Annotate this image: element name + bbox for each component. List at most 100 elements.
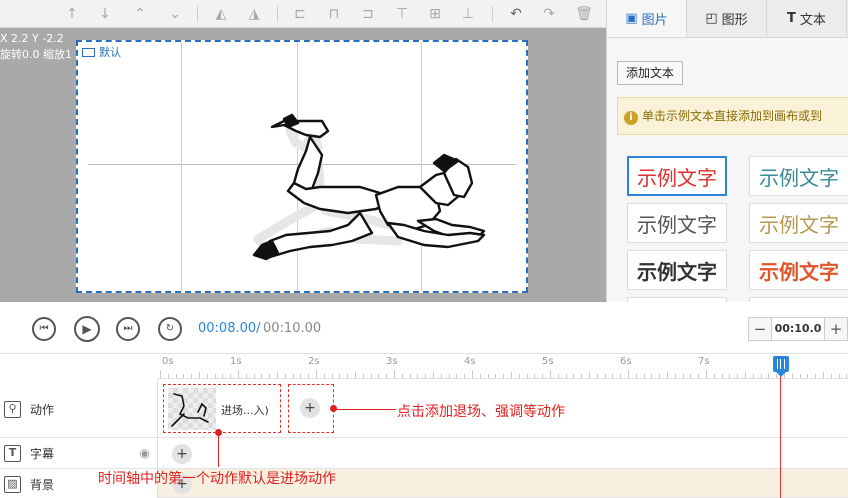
zoom-in-button[interactable]: + <box>825 318 847 340</box>
move-top-icon[interactable]: ⌃ <box>130 4 150 24</box>
ruler-tick <box>565 374 567 378</box>
tick-label: 0s <box>162 356 174 367</box>
replay-icon[interactable]: ↻ <box>158 317 182 341</box>
add-action-button[interactable]: + <box>300 398 320 418</box>
ruler-tick <box>206 374 208 378</box>
ruler-tick <box>745 372 746 378</box>
subtitle-track[interactable] <box>158 438 848 469</box>
ruler-tick <box>167 374 169 378</box>
tab-text[interactable]: T 文本 <box>767 0 847 37</box>
stage[interactable]: 默认 <box>76 40 528 293</box>
ruler-tick <box>245 374 247 378</box>
action-clip[interactable]: 进场...入) <box>163 384 281 433</box>
ruler-tick <box>635 374 637 378</box>
ruler-tick <box>667 372 668 378</box>
ruler-tick <box>472 370 473 378</box>
ruler-tick <box>651 374 653 378</box>
track-label-action[interactable]: ⚲ 动作 <box>0 394 158 424</box>
ruler-tick <box>238 370 239 378</box>
track-label-subtitle[interactable]: T 字幕 ◉ <box>0 438 158 468</box>
ruler-tick <box>362 374 364 378</box>
info-icon: i <box>624 111 638 125</box>
tab-shape-label: 图形 <box>721 13 748 28</box>
play-icon[interactable]: ▶ <box>74 316 100 342</box>
text-sample[interactable]: 示例文字 <box>749 250 848 290</box>
ruler-tick <box>596 374 598 378</box>
move-up-icon[interactable]: ↑ <box>62 4 82 24</box>
ruler-tick <box>838 374 840 378</box>
tick-label: 2s <box>308 356 320 367</box>
playhead-handle[interactable] <box>773 356 789 377</box>
ruler-tick <box>846 374 848 378</box>
text-sample[interactable]: 示例文字 <box>749 156 848 196</box>
action-icon: ⚲ <box>4 400 21 418</box>
ruler-tick <box>261 374 263 378</box>
undo-icon[interactable]: ↶ <box>506 4 526 24</box>
ruler-tick <box>269 374 271 378</box>
delete-icon[interactable]: 🗑 <box>574 4 594 24</box>
zoom-value[interactable]: 00:10.0 <box>771 318 825 340</box>
ruler-tick <box>526 374 528 378</box>
tip-banner: i 单击示例文本直接添加到画布或到 <box>617 97 848 135</box>
ruler-tick <box>713 374 715 378</box>
ruler-tick <box>370 374 372 378</box>
ruler-tick <box>160 370 161 378</box>
ruler-tick <box>807 374 809 378</box>
ruler-tick <box>620 374 622 378</box>
align-center-icon[interactable]: ⊓ <box>324 4 344 24</box>
add-subtitle-button[interactable]: + <box>172 444 192 464</box>
ruler-tick <box>214 374 216 378</box>
text-sample[interactable]: 示例文字 <box>627 250 727 290</box>
text-icon: T <box>787 11 796 26</box>
frame-icon <box>82 48 95 57</box>
align-top-icon[interactable]: ⊤ <box>392 4 412 24</box>
ruler-tick <box>589 372 590 378</box>
ruler-tick <box>386 374 388 378</box>
canvas-area[interactable]: X 2.2 Y -2.2 旋转0.0 缩放1 默认 <box>0 28 606 302</box>
tab-shape[interactable]: ◰ 图形 <box>687 0 767 37</box>
ruler-tick <box>277 372 278 378</box>
text-sample[interactable]: 示例文字 <box>627 156 727 196</box>
align-middle-icon[interactable]: ⊞ <box>425 4 445 24</box>
tick-label: 6s <box>620 356 632 367</box>
current-time: 00:08.00/ <box>198 321 261 336</box>
tick-label: 3s <box>386 356 398 367</box>
align-left-icon[interactable]: ⊏ <box>290 4 310 24</box>
move-bottom-icon[interactable]: ⌄ <box>165 4 185 24</box>
move-down-icon[interactable]: ↓ <box>95 4 115 24</box>
ruler-tick <box>511 372 512 378</box>
ruler-tick <box>542 374 544 378</box>
character-figure[interactable] <box>248 91 508 261</box>
zoom-out-button[interactable]: − <box>749 318 771 340</box>
ruler-tick <box>323 374 325 378</box>
ruler-tick <box>409 374 411 378</box>
ruler-tick <box>495 374 497 378</box>
ruler-tick <box>760 374 762 378</box>
align-bottom-icon[interactable]: ⊥ <box>458 4 478 24</box>
timeline-ruler[interactable]: 0s 1s 2s 3s 4s 5s 6s 7s <box>158 355 848 379</box>
align-right-icon[interactable]: ⊐ <box>358 4 378 24</box>
text-sample[interactable]: 示例文字 <box>749 203 848 243</box>
flip-horizontal-icon[interactable]: ◭ <box>211 4 231 24</box>
ruler-tick <box>191 374 193 378</box>
ruler-tick <box>292 374 294 378</box>
eye-icon[interactable]: ◉ <box>140 446 150 460</box>
add-text-button[interactable]: 添加文本 <box>617 61 684 85</box>
text-sample[interactable]: 示例文字 <box>627 203 727 243</box>
redo-icon[interactable]: ↷ <box>539 4 559 24</box>
flip-vertical-icon[interactable]: ◮ <box>244 4 264 24</box>
ruler-tick <box>456 374 458 378</box>
playback-bar: ⏮ ▶ ⏭ ↻ 00:08.00/ 00:10.00 − 00:10.0 + <box>0 302 848 354</box>
skip-back-icon[interactable]: ⏮ <box>32 317 56 341</box>
track-label-text: 动作 <box>30 402 55 417</box>
ruler-tick <box>682 374 684 378</box>
tab-image[interactable]: ▣ 图片 <box>607 0 687 37</box>
ruler-tick <box>183 374 185 378</box>
add-action-slot[interactable]: + <box>288 384 334 433</box>
ruler-tick <box>557 374 559 378</box>
skip-forward-icon[interactable]: ⏭ <box>116 317 140 341</box>
ruler-tick <box>378 374 380 378</box>
coordinates-readout: X 2.2 Y -2.2 旋转0.0 缩放1 <box>0 31 72 63</box>
ruler-tick <box>175 374 177 378</box>
ruler-tick <box>464 374 466 378</box>
